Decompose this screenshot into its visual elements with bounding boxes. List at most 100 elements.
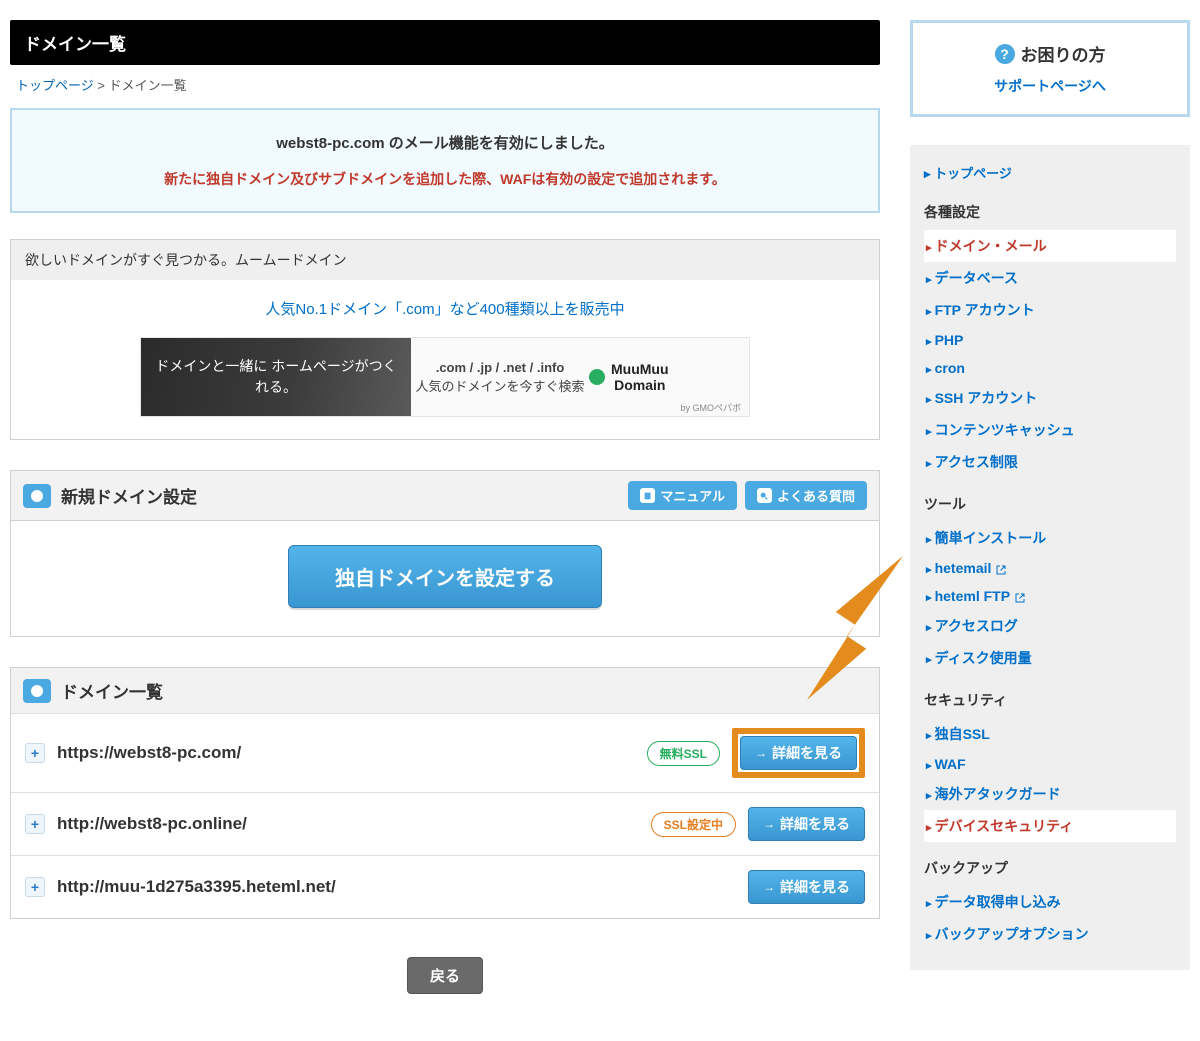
arrow-right-icon: → [755,746,767,760]
sidebar-group-title: 各種設定 [924,202,1176,222]
question-icon: ? [995,44,1015,64]
detail-button-label: 詳細を見る [772,743,842,763]
arrow-right-icon: → [763,817,775,831]
sidebar-group-title: ツール [924,494,1176,514]
book-icon [640,488,655,503]
expand-icon[interactable]: + [25,814,45,834]
sidebar-top-link[interactable]: トップページ [924,163,1176,182]
detail-button[interactable]: → 詳細を見る [748,870,865,904]
manual-button[interactable]: マニュアル [628,481,737,510]
sidebar-item: コンテンツキャッシュ [924,414,1176,446]
arrow-right-icon: → [763,880,775,894]
breadcrumb-top-link[interactable]: トップページ [16,78,94,93]
sidebar-item: データベース [924,262,1176,294]
sidebar-item: アクセス制限 [924,446,1176,478]
back-button[interactable]: 戻る [407,957,483,994]
breadcrumb: トップページ > ドメイン一覧 [10,65,880,108]
sidebar-item: hetemail [924,554,1176,582]
promo-banner[interactable]: ドメインと一緒に ホームページがつくれる。 .com / .jp / .net … [25,337,865,417]
domain-url: http://muu-1d275a3395.heteml.net/ [57,877,748,897]
sidebar-link[interactable]: デバイスセキュリティ [926,818,1073,834]
domain-row: +http://webst8-pc.online/SSL設定中→詳細を見る [11,792,879,855]
search-icon [757,488,772,503]
detail-button-label: 詳細を見る [780,814,850,834]
sidebar-link[interactable]: 海外アタックガード [926,786,1061,802]
sidebar-item: アクセスログ [924,610,1176,642]
breadcrumb-current: ドメイン一覧 [109,78,187,93]
sidebar-item: デバイスセキュリティ [924,810,1176,842]
sidebar-item: データ取得申し込み [924,886,1176,918]
sidebar-list: 独自SSL WAF 海外アタックガードデバイスセキュリティ [924,718,1176,842]
sidebar-item: バックアップオプション [924,918,1176,950]
support-page-link[interactable]: サポートページへ [923,76,1177,96]
section-icon [23,679,51,703]
sidebar-item: 独自SSL [924,718,1176,750]
sidebar-item: 簡単インストール [924,522,1176,554]
sidebar-item: WAF [924,750,1176,778]
banner-mid-t1: .com / .jp / .net / .info [411,358,589,378]
sidebar-link[interactable]: cron [926,360,965,376]
muumuu-logo-icon [589,369,605,385]
info-notice: webst8-pc.com のメール機能を有効にしました。 新たに独自ドメイン及… [10,108,880,213]
domain-row: + https://webst8-pc.com/無料SSL → 詳細を見る [11,713,879,792]
section-new-title: 新規ドメイン設定 [61,483,620,508]
help-title-text: お困りの方 [1021,41,1106,66]
sidebar-link[interactable]: ディスク使用量 [926,650,1032,666]
sidebar-link[interactable]: heteml FTP [926,588,1026,604]
info-line1: webst8-pc.com のメール機能を有効にしました。 [32,132,858,153]
banner-mid-t2: 人気のドメインを今すぐ検索 [411,377,589,397]
sidebar-item: PHP [924,326,1176,354]
help-title: ? お困りの方 [923,41,1177,66]
sidebar-list: ドメイン・メールデータベース FTP アカウント PHP cron SSH アカウントコ… [924,230,1176,478]
sidebar-item: SSH アカウント [924,382,1176,414]
sidebar-link[interactable]: バックアップオプション [926,926,1089,942]
sidebar-link[interactable]: PHP [926,332,963,348]
sidebar-list: 簡単インストール hetemail heteml FTP アクセスログディスク使用量 [924,522,1176,674]
sidebar: トップページ 各種設定ドメイン・メールデータベース FTP アカウント PHP cro… [910,145,1190,970]
section-domain-list: ドメイン一覧 + https://webst8-pc.com/無料SSL → 詳細を見… [10,667,880,919]
banner-subtext: by GMOペパボ [680,401,741,414]
banner-mid-text: .com / .jp / .net / .info 人気のドメインを今すぐ検索 [411,358,589,397]
sidebar-item: FTP アカウント [924,294,1176,326]
sidebar-item: ドメイン・メール [924,230,1176,262]
sidebar-item: ディスク使用量 [924,642,1176,674]
expand-icon[interactable]: + [25,743,45,763]
sidebar-link[interactable]: 独自SSL [926,726,990,742]
sidebar-link[interactable]: WAF [926,756,966,772]
sidebar-group-title: セキュリティ [924,690,1176,710]
section-list-title: ドメイン一覧 [61,678,867,703]
banner-right: MuuMuu Domain [589,361,749,393]
sidebar-link[interactable]: FTP アカウント [926,302,1035,318]
section-icon [23,484,51,508]
detail-button[interactable]: → 詳細を見る [748,807,865,841]
sidebar-list: データ取得申し込みバックアップオプション [924,886,1176,950]
sidebar-link[interactable]: 簡単インストール [926,530,1046,546]
sidebar-link[interactable]: データベース [926,270,1018,286]
sidebar-item: 海外アタックガード [924,778,1176,810]
detail-button[interactable]: → 詳細を見る [740,736,857,770]
info-line2: 新たに独自ドメイン及びサブドメインを追加した際、WAFは有効の設定で追加されます… [32,169,858,189]
banner-right-text: MuuMuu Domain [611,361,669,393]
faq-button[interactable]: よくある質問 [745,481,867,510]
detail-button-label: 詳細を見る [780,877,850,897]
sidebar-link[interactable]: アクセスログ [926,618,1018,634]
sidebar-link[interactable]: hetemail [926,560,1007,576]
setup-domain-button[interactable]: 独自ドメインを設定する [288,545,602,608]
faq-button-label: よくある質問 [777,486,855,505]
ssl-free-badge: 無料SSL [647,741,720,766]
expand-icon[interactable]: + [25,877,45,897]
sidebar-item: cron [924,354,1176,382]
banner-left-text: ドメインと一緒に ホームページがつくれる。 [141,338,411,416]
sidebar-link[interactable]: アクセス制限 [926,454,1018,470]
help-box: ? お困りの方 サポートページへ [910,20,1190,117]
external-link-icon [995,563,1007,575]
promo-link[interactable]: 人気No.1ドメイン「.com」など400種類以上を販売中 [265,301,624,318]
section-new-domain: 新規ドメイン設定 マニュアル よくある質問 独自ドメインを設定する [10,470,880,637]
sidebar-link[interactable]: データ取得申し込み [926,894,1061,910]
highlight-annotation: → 詳細を見る [732,728,865,778]
sidebar-link[interactable]: ドメイン・メール [926,238,1047,254]
sidebar-link[interactable]: SSH アカウント [926,390,1037,406]
sidebar-item: heteml FTP [924,582,1176,610]
domain-url: https://webst8-pc.com/ [57,743,647,763]
sidebar-link[interactable]: コンテンツキャッシュ [926,422,1075,438]
